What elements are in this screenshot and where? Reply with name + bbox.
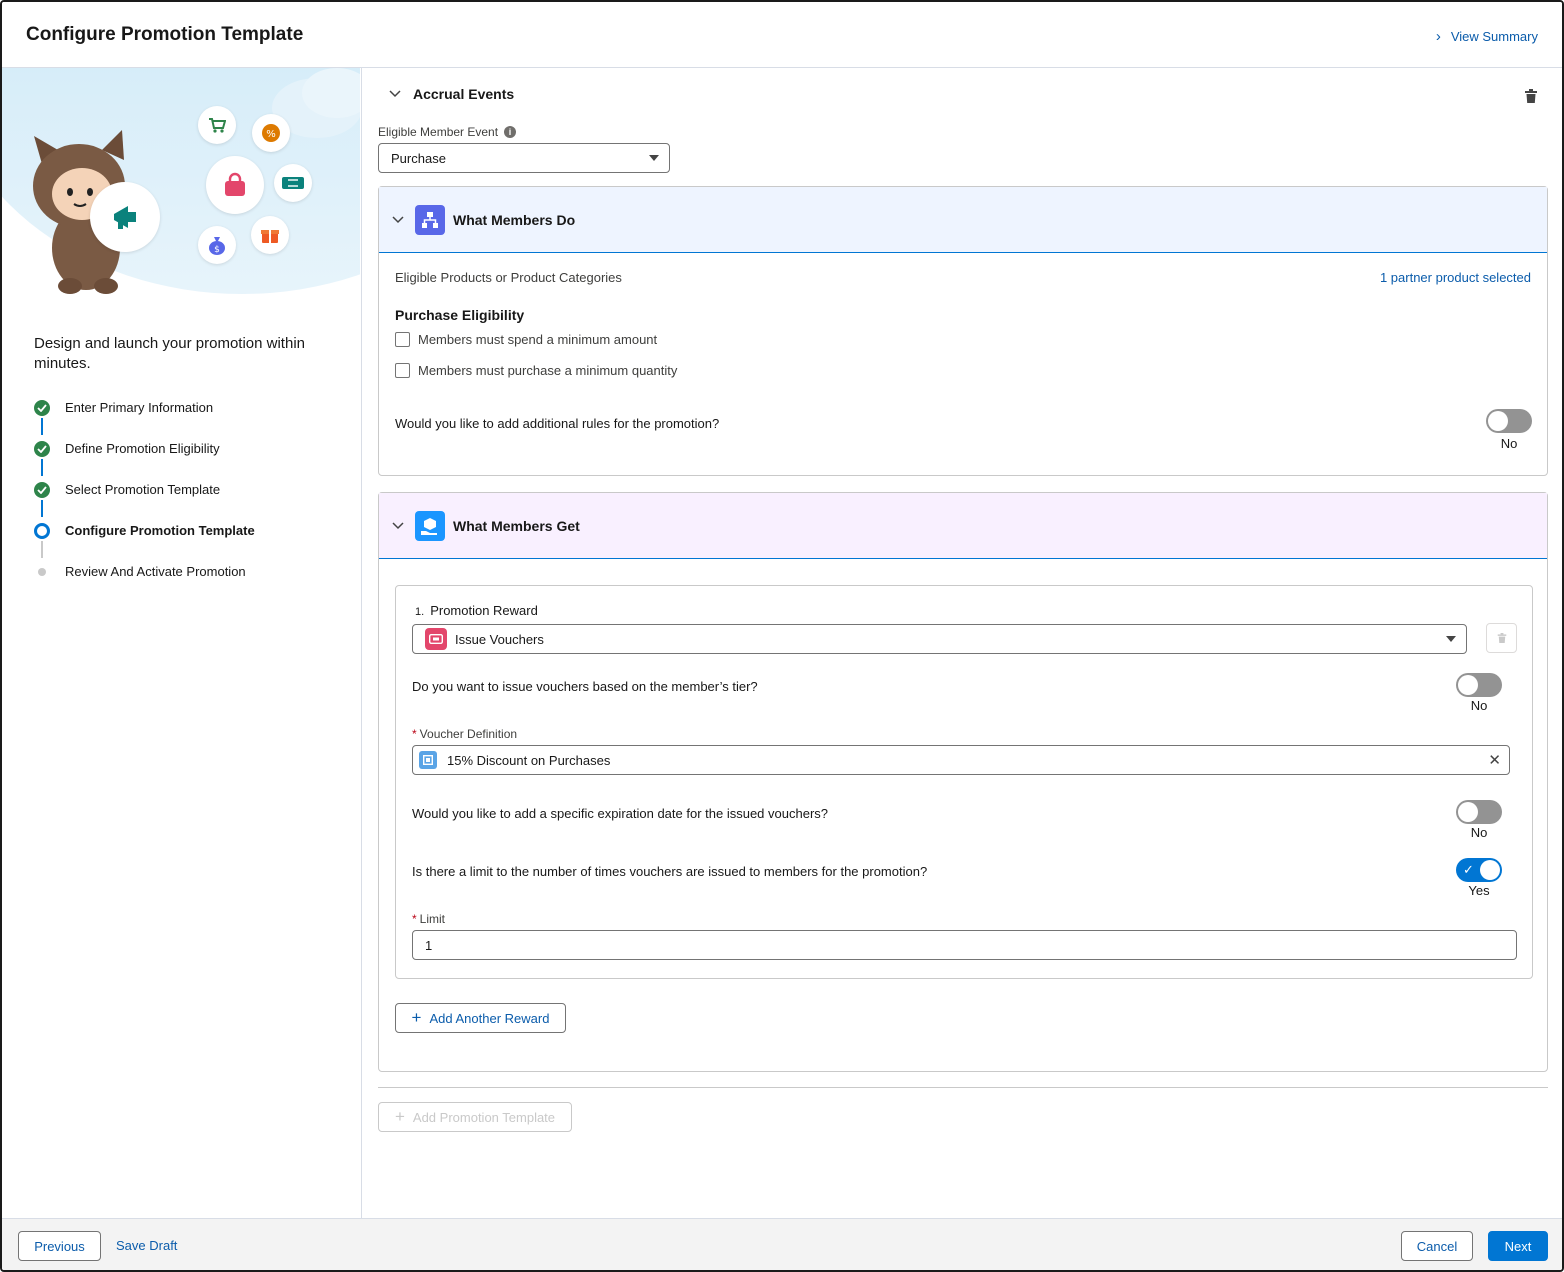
promotion-reward-select[interactable]: Issue Vouchers (412, 624, 1467, 654)
accrual-events-title: Accrual Events (413, 86, 515, 102)
page-header: Configure Promotion Template › View Summ… (2, 2, 1562, 68)
chevron-down-icon (392, 215, 404, 223)
megaphone-icon (90, 182, 160, 252)
delete-reward-button[interactable] (1486, 623, 1517, 653)
progress-steps: Enter Primary Information Define Promoti… (32, 394, 352, 599)
add-another-reward-button[interactable]: + Add Another Reward (395, 1003, 566, 1033)
ticket-icon (274, 164, 312, 202)
expiration-toggle-label: No (1470, 825, 1488, 840)
delete-section-icon[interactable] (1524, 88, 1538, 104)
trash-icon (1497, 633, 1506, 643)
divider (378, 1087, 1548, 1088)
check-icon (34, 400, 50, 416)
info-icon[interactable]: i (504, 126, 517, 138)
what-members-do-card: What Members Do Eligible Products or Pro… (378, 186, 1548, 476)
clear-icon[interactable]: ✕ (1488, 751, 1501, 769)
tier-toggle-label: No (1470, 698, 1488, 713)
step-configure-promotion-template: Configure Promotion Template (32, 517, 352, 558)
limit-question: Is there a limit to the number of times … (412, 864, 928, 879)
check-icon (34, 482, 50, 498)
app-window: Configure Promotion Template › View Summ… (0, 0, 1564, 1272)
eligible-member-event-select[interactable]: Purchase (378, 143, 670, 173)
voucher-icon (425, 628, 447, 650)
tier-toggle[interactable] (1456, 673, 1502, 697)
chevron-right-icon: › (1435, 28, 1441, 45)
dropdown-caret-icon (1446, 636, 1456, 642)
step-label: Enter Primary Information (65, 400, 214, 415)
what-members-get-title: What Members Get (453, 517, 580, 534)
promotion-reward-panel: 1. Promotion Reward Issue Vouchers Do you… (395, 585, 1533, 979)
additional-rules-toggle-label: No (1500, 436, 1518, 451)
what-members-get-header[interactable]: What Members Get (379, 493, 1547, 559)
check-icon: ✓ (1463, 862, 1474, 877)
limit-label: * Limit (412, 912, 446, 926)
sidebar: % $ Design and launch your promotion wit… (2, 68, 362, 1218)
promotion-reward-label: 1. Promotion Reward (415, 603, 538, 618)
additional-rules-toggle[interactable] (1486, 409, 1532, 433)
step-select-promotion-template: Select Promotion Template (32, 476, 352, 517)
min-amount-label: Members must spend a minimum amount (418, 332, 658, 347)
hero-illustration: % $ (2, 68, 360, 308)
limit-toggle-label: Yes (1468, 883, 1490, 898)
limit-toggle[interactable]: ✓ (1456, 858, 1502, 882)
voucher-definition-label: * Voucher Definition (412, 727, 518, 741)
purchase-eligibility-heading: Purchase Eligibility (395, 307, 525, 323)
cancel-button[interactable]: Cancel (1401, 1231, 1473, 1261)
eligible-member-event-label: Eligible Member Event i (378, 125, 517, 139)
current-step-icon (34, 523, 50, 539)
gift-icon (251, 216, 289, 254)
plus-icon: + (394, 1107, 405, 1126)
expiration-question: Would you like to add a specific expirat… (412, 806, 828, 821)
step-label: Define Promotion Eligibility (65, 441, 220, 456)
view-summary-label: View Summary (1450, 29, 1538, 44)
voucher-definition-lookup[interactable]: 15% Discount on Purchases ✕ (412, 745, 1510, 775)
eligible-products-label: Eligible Products or Product Categories (395, 270, 622, 285)
plus-icon: + (411, 1008, 422, 1027)
discount-badge-icon: % (252, 114, 290, 152)
step-enter-primary-information: Enter Primary Information (32, 394, 352, 435)
svg-text:$: $ (214, 245, 220, 255)
expiration-toggle[interactable] (1456, 800, 1502, 824)
chevron-down-icon (392, 521, 404, 529)
min-quantity-label: Members must purchase a minimum quantity (418, 363, 678, 378)
check-icon (34, 441, 50, 457)
main-content: Accrual Events Eligible Member Event i P… (363, 68, 1562, 1218)
chevron-down-icon (389, 90, 401, 98)
sidebar-intro-text: Design and launch your promotion within … (34, 335, 305, 372)
step-label: Select Promotion Template (65, 482, 221, 497)
step-review-and-activate-promotion: Review And Activate Promotion (32, 558, 352, 599)
svg-text:%: % (266, 129, 276, 140)
min-quantity-checkbox-row[interactable]: Members must purchase a minimum quantity (395, 363, 677, 378)
dropdown-caret-icon (649, 155, 659, 161)
min-amount-checkbox-row[interactable]: Members must spend a minimum amount (395, 332, 657, 347)
tier-question: Do you want to issue vouchers based on t… (412, 679, 758, 694)
cart-icon (198, 106, 236, 144)
upcoming-step-icon (38, 568, 46, 576)
view-summary-link[interactable]: › View Summary (1436, 28, 1538, 45)
add-promotion-template-button[interactable]: + Add Promotion Template (378, 1102, 572, 1132)
hierarchy-icon (415, 204, 445, 235)
what-members-get-card: What Members Get 1. Promotion Reward Issu… (378, 492, 1548, 1072)
what-members-do-title: What Members Do (453, 211, 576, 228)
min-quantity-checkbox[interactable] (395, 363, 410, 378)
additional-rules-question: Would you like to add additional rules f… (395, 416, 720, 431)
step-label: Review And Activate Promotion (65, 564, 246, 579)
voucher-definition-icon (419, 751, 437, 769)
step-define-promotion-eligibility: Define Promotion Eligibility (32, 435, 352, 476)
previous-button[interactable]: Previous (18, 1231, 101, 1261)
footer-bar: Previous Save Draft Cancel Next (2, 1218, 1562, 1270)
min-amount-checkbox[interactable] (395, 332, 410, 347)
partner-product-link[interactable]: 1 partner product selected (1380, 270, 1531, 285)
step-label: Configure Promotion Template (65, 523, 255, 538)
reward-box-icon (415, 510, 445, 541)
save-draft-link[interactable]: Save Draft (116, 1238, 177, 1253)
shopping-bag-icon (206, 156, 264, 214)
page-title: Configure Promotion Template (26, 24, 304, 45)
what-members-do-header[interactable]: What Members Do (379, 187, 1547, 253)
accrual-events-header[interactable]: Accrual Events (389, 86, 514, 102)
money-bag-icon: $ (198, 226, 236, 264)
limit-input[interactable]: 1 (412, 930, 1517, 960)
next-button[interactable]: Next (1488, 1231, 1548, 1261)
